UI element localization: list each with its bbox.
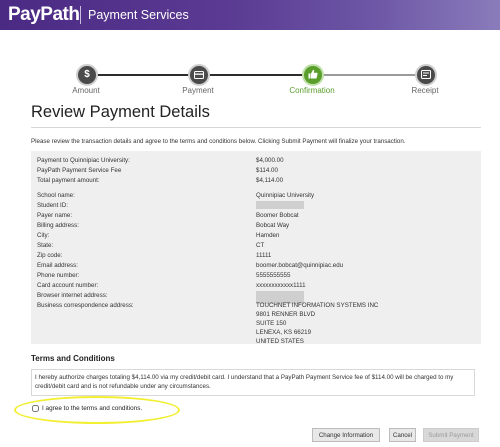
agree-terms-label: I agree to the terms and conditions.: [42, 405, 143, 412]
step-label-receipt: Receipt: [411, 86, 439, 95]
progress-track-remaining: [313, 74, 425, 76]
business-address-line: TOUCHNET INFORMATION SYSTEMS INC: [256, 302, 379, 309]
detail-value: boomer.bobcat@quinnipiac.edu: [256, 262, 344, 269]
step-confirmation: [302, 64, 324, 86]
intro-text: Please review the transaction details an…: [31, 138, 406, 145]
summary-label: Total payment amount:: [37, 177, 100, 184]
business-address-line: 9801 RENNER BLVD: [256, 311, 316, 318]
cancel-button[interactable]: Cancel: [389, 428, 416, 442]
summary-value: $4,114.00: [256, 177, 284, 184]
submit-payment-button[interactable]: Submit Payment: [423, 428, 479, 442]
terms-text: I hereby authorize charges totaling $4,1…: [31, 369, 475, 396]
detail-label: City:: [37, 232, 50, 239]
summary-label: Payment to Quinnipiac University:: [37, 157, 130, 164]
business-address-line: LENEXA, KS 66219: [256, 329, 312, 336]
detail-label: School name:: [37, 192, 75, 199]
summary-value: $114.00: [256, 167, 278, 174]
payment-details-panel: Payment to Quinnipiac University: $4,000…: [31, 151, 481, 345]
student-id-redacted: [256, 201, 304, 211]
change-information-button[interactable]: Change Information: [312, 428, 380, 442]
detail-label: Student ID:: [37, 202, 68, 209]
step-payment: [188, 64, 210, 86]
detail-value: Bobcat Way: [256, 222, 290, 229]
detail-label: Phone number:: [37, 272, 80, 279]
detail-label: Zip code:: [37, 252, 63, 259]
header-title: Payment Services: [88, 8, 189, 22]
step-label-payment: Payment: [182, 86, 214, 95]
business-address-line: SUITE 150: [256, 320, 287, 327]
page-title: Review Payment Details: [31, 103, 210, 121]
detail-label: Billing address:: [37, 222, 79, 229]
detail-label: Card account number:: [37, 282, 99, 289]
header-bar: PayPath Payment Services: [0, 0, 500, 30]
detail-value: 11111: [256, 252, 272, 259]
business-address-line: UNITED STATES: [256, 338, 304, 345]
summary-label: PayPath Payment Service Fee: [37, 167, 122, 174]
detail-value: 5555555555: [256, 272, 291, 279]
card-icon: [194, 66, 204, 84]
detail-value: Hamden: [256, 232, 280, 239]
agree-terms-option[interactable]: I agree to the terms and conditions.: [32, 405, 142, 412]
detail-label: State:: [37, 242, 54, 249]
summary-value: $4,000.00: [256, 157, 284, 164]
step-amount: $: [76, 64, 98, 86]
step-label-confirmation: Confirmation: [289, 86, 335, 95]
step-receipt: [415, 64, 437, 86]
detail-label: Business correspondence address:: [37, 302, 134, 309]
agree-terms-checkbox[interactable]: [32, 405, 39, 412]
paypath-logo: PayPath: [8, 4, 80, 25]
receipt-icon: [421, 66, 431, 84]
dollar-icon: $: [84, 69, 90, 80]
detail-label: Browser internet address:: [37, 292, 108, 299]
title-divider: [31, 127, 481, 128]
detail-value: CT: [256, 242, 265, 249]
header-divider: [80, 6, 81, 24]
terms-title: Terms and Conditions: [31, 354, 115, 363]
step-label-amount: Amount: [72, 86, 100, 95]
detail-label: Payer name:: [37, 212, 73, 219]
detail-value: Quinnipiac University: [256, 192, 315, 199]
detail-label: Email address:: [37, 262, 78, 269]
detail-value: Boomer Bobcat: [256, 212, 299, 219]
thumbs-up-icon: [308, 66, 318, 84]
